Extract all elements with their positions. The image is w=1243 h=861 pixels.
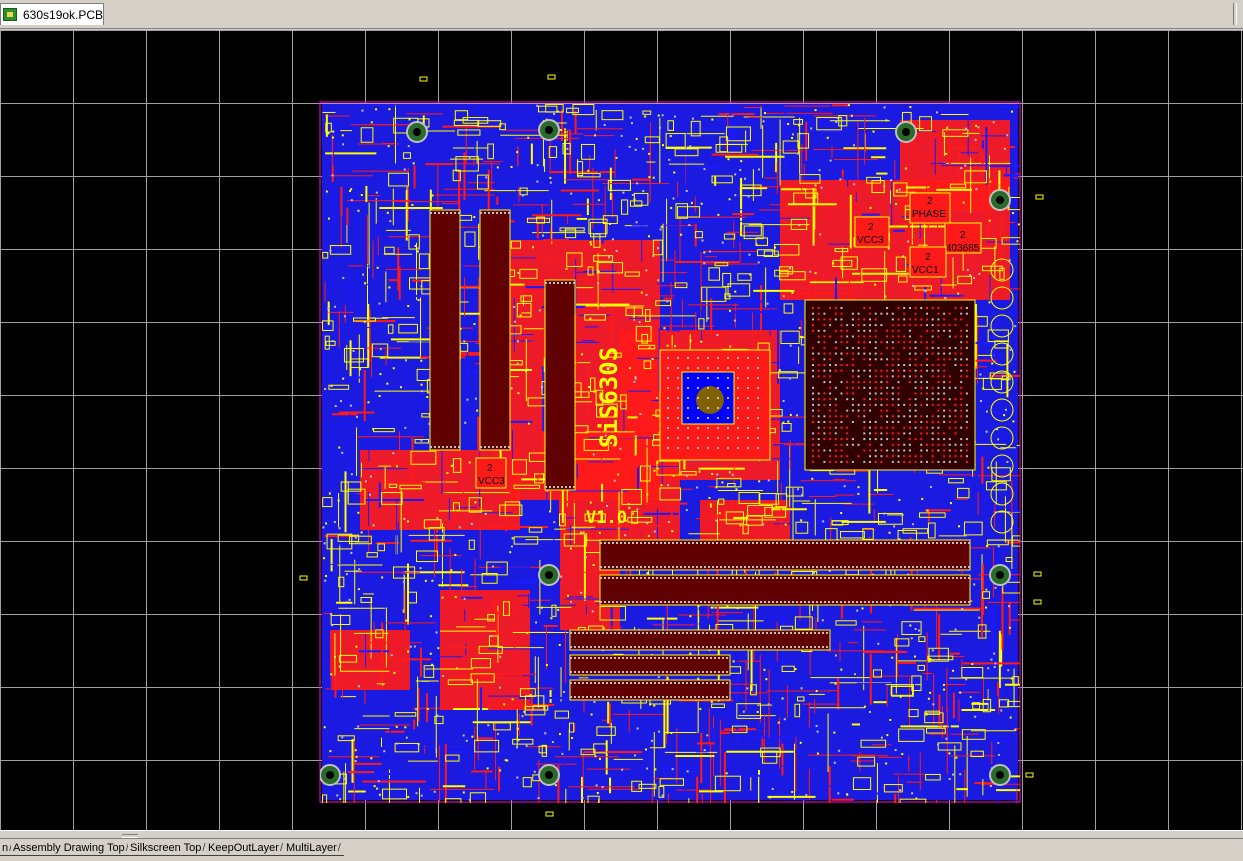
layer-tab-keepout[interactable]: KeepOutLayer xyxy=(206,840,284,856)
layer-tab-bar: n Assembly Drawing Top Silkscreen Top Ke… xyxy=(0,838,1243,861)
net-label-num: 2 xyxy=(960,230,966,241)
layer-tab-multilayer[interactable]: MultiLayer xyxy=(284,840,344,856)
net-label-num: 2 xyxy=(487,463,493,474)
board-layers xyxy=(320,103,1020,803)
net-label-text: VCC3 xyxy=(478,476,505,487)
net-label-num: 2 xyxy=(927,196,933,207)
net-label-text: PHASE xyxy=(912,209,946,220)
layer-tab-partial[interactable]: n xyxy=(0,840,11,856)
net-label-text: VCC1 xyxy=(912,265,939,276)
net-label-text: VCC3 xyxy=(857,235,884,246)
layer-tab-assembly-drawing-top[interactable]: Assembly Drawing Top xyxy=(11,840,128,856)
pcb-file-icon xyxy=(3,8,17,21)
silk-board-name: SiS630S xyxy=(595,347,623,448)
document-tab-label: 630s19ok.PCB xyxy=(23,8,104,22)
tab-bar-separator xyxy=(1233,3,1237,25)
layer-tab-silkscreen-top[interactable]: Silkscreen Top xyxy=(128,840,206,856)
net-label-num: 2 xyxy=(925,252,931,263)
silk-version: V1.0 xyxy=(586,508,627,528)
pcb-canvas[interactable]: SiS630S V1.0 2 VCC3 2 PHASE 2 403685 2 V… xyxy=(0,30,1243,830)
document-tab[interactable]: 630s19ok.PCB xyxy=(0,3,104,25)
net-label-text: 403685 xyxy=(946,243,980,254)
document-tab-bar: 630s19ok.PCB xyxy=(0,0,1243,29)
pcb-drawing: SiS630S V1.0 2 VCC3 2 PHASE 2 403685 2 V… xyxy=(0,30,1243,830)
net-label-num: 2 xyxy=(868,222,874,233)
